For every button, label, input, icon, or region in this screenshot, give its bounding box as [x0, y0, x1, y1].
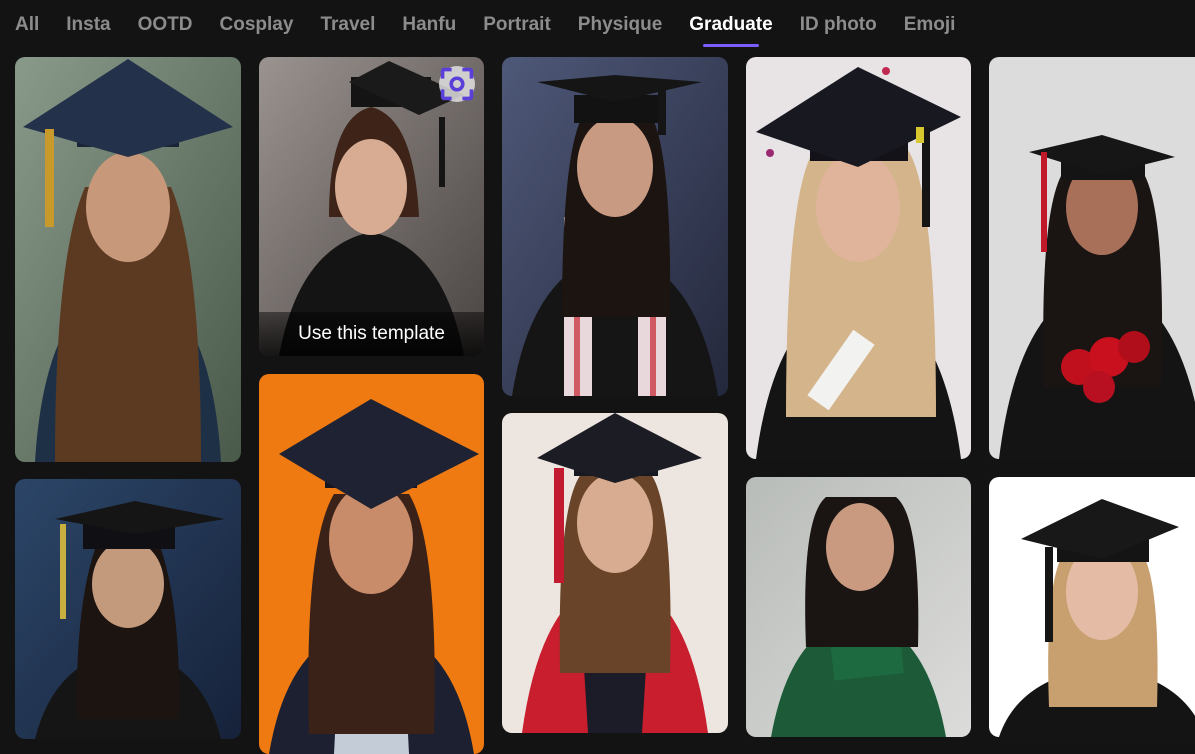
tab-cosplay[interactable]: Cosplay	[220, 0, 294, 38]
graduate-portrait-image	[259, 374, 484, 754]
tab-emoji[interactable]: Emoji	[904, 0, 956, 38]
tab-graduate[interactable]: Graduate	[689, 0, 773, 47]
template-card[interactable]	[15, 479, 241, 739]
template-card[interactable]	[989, 57, 1195, 459]
graduate-portrait-image	[989, 477, 1195, 737]
graduate-portrait-image	[502, 57, 728, 396]
graduate-portrait-image	[746, 57, 971, 459]
template-card[interactable]	[15, 57, 241, 462]
tab-all[interactable]: All	[15, 0, 39, 38]
tab-ootd[interactable]: OOTD	[138, 0, 193, 38]
tab-physique[interactable]: Physique	[578, 0, 662, 38]
template-card[interactable]: Use this template	[259, 57, 484, 356]
template-card[interactable]	[746, 477, 971, 737]
template-card[interactable]	[502, 57, 728, 396]
tab-hanfu[interactable]: Hanfu	[402, 0, 456, 38]
tab-insta[interactable]: Insta	[66, 0, 110, 38]
graduate-portrait-image	[746, 477, 971, 737]
template-card[interactable]	[259, 374, 484, 754]
graduate-portrait-image	[15, 479, 241, 739]
tab-travel[interactable]: Travel	[320, 0, 375, 38]
template-card[interactable]	[502, 413, 728, 733]
scan-icon[interactable]	[439, 66, 475, 102]
template-card[interactable]	[989, 477, 1195, 737]
tab-portrait[interactable]: Portrait	[483, 0, 551, 38]
tab-id-photo[interactable]: ID photo	[800, 0, 877, 38]
template-card[interactable]	[746, 57, 971, 459]
use-template-button[interactable]: Use this template	[259, 312, 484, 356]
graduate-portrait-image	[989, 57, 1195, 459]
category-tabs: All Insta OOTD Cosplay Travel Hanfu Port…	[0, 0, 1195, 52]
graduate-portrait-image	[15, 57, 241, 462]
graduate-portrait-image	[502, 413, 728, 733]
